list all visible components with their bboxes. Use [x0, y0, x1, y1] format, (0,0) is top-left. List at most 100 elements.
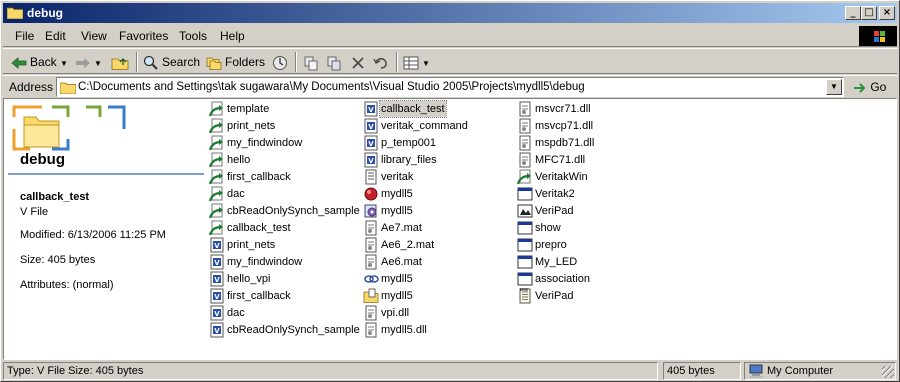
- file-name: first_callback: [227, 290, 291, 302]
- file-name: callback_test: [379, 100, 447, 118]
- gear-file-icon: [364, 204, 377, 218]
- close-button[interactable]: ×: [879, 6, 895, 20]
- file-name: VeriPad: [535, 205, 574, 217]
- window-icon: [517, 221, 533, 235]
- folders-button[interactable]: Folders: [206, 53, 265, 71]
- resize-grip[interactable]: [882, 366, 894, 378]
- status-size: 405 bytes: [663, 362, 741, 380]
- status-bar: Type: V File Size: 405 bytes 405 bytes M…: [3, 361, 897, 381]
- file-name: dac: [227, 188, 245, 200]
- menu-view[interactable]: View: [81, 29, 107, 43]
- address-path: C:\Documents and Settings\tak sugawara\M…: [78, 81, 585, 93]
- menu-bar: File Edit View Favorites Tools Help: [3, 25, 897, 47]
- file-name: mydll5.dll: [381, 324, 427, 336]
- search-button[interactable]: Search: [143, 53, 200, 71]
- address-dropdown-button[interactable]: ▼: [826, 79, 842, 95]
- folder-title: debug: [20, 151, 65, 168]
- menu-file[interactable]: File: [15, 29, 34, 43]
- dll-file-icon: [519, 101, 531, 117]
- shortcut-icon: [209, 203, 223, 219]
- shortcut-icon: [209, 169, 223, 185]
- dll-file-icon: [365, 305, 377, 321]
- file-name: print_nets: [227, 239, 276, 251]
- vfile-icon: V: [364, 118, 378, 134]
- shortcut-icon: [209, 118, 223, 134]
- shortcut-icon: [209, 186, 223, 202]
- file-name: prepro: [535, 239, 567, 251]
- details-pane: debug callback_test V File Modified: 6/1…: [4, 99, 204, 359]
- forward-button[interactable]: ▼: [75, 53, 102, 71]
- back-arrow-icon: [11, 56, 27, 69]
- file-name: Ae7.mat: [381, 222, 422, 234]
- file-name: hello_vpi: [227, 273, 271, 285]
- move-to-icon: [304, 56, 318, 71]
- vfile-icon: V: [210, 305, 224, 321]
- file-name: library_files: [381, 154, 437, 166]
- svg-text:V: V: [368, 140, 374, 148]
- up-folder-button[interactable]: [111, 53, 132, 71]
- copy-to-icon: [327, 56, 341, 71]
- history-button[interactable]: [272, 53, 291, 71]
- window-icon: [517, 255, 533, 269]
- delete-icon: [352, 57, 364, 69]
- chain-icon: [364, 275, 379, 283]
- views-button[interactable]: ▼: [403, 53, 430, 71]
- file-name: mydll5: [381, 205, 413, 217]
- divider: [8, 173, 204, 175]
- address-bar: Address C:\Documents and Settings\tak su…: [3, 75, 897, 97]
- text-icon: [365, 169, 377, 185]
- maximize-button[interactable]: □: [861, 6, 877, 20]
- file-name: p_temp001: [381, 137, 437, 149]
- address-input[interactable]: C:\Documents and Settings\tak sugawara\M…: [56, 77, 844, 97]
- gallery-icon: [517, 204, 533, 218]
- shortcut-icon: [209, 220, 223, 236]
- dll-file-icon: [365, 237, 377, 253]
- shortcut-icon: [517, 169, 531, 185]
- folder-banner-icon: [12, 105, 126, 151]
- go-button[interactable]: Go: [853, 80, 886, 94]
- menu-favorites[interactable]: Favorites: [119, 29, 168, 43]
- minimize-button[interactable]: _: [845, 6, 861, 20]
- svg-text:V: V: [214, 293, 220, 301]
- status-zone: My Computer: [744, 362, 896, 380]
- selected-file-attributes: Attributes: (normal): [20, 279, 114, 291]
- file-name: Ae6_2.mat: [381, 239, 435, 251]
- dll-file-icon: [365, 220, 377, 236]
- undo-button[interactable]: [373, 53, 392, 71]
- vfile-icon: V: [210, 288, 224, 304]
- dll-file-icon: [365, 322, 377, 338]
- back-button[interactable]: Back ▼: [11, 53, 68, 71]
- notepad-icon: [519, 288, 531, 304]
- file-name: cbReadOnlySynch_sample: [227, 324, 360, 336]
- file-name: VeritakWin: [535, 171, 588, 183]
- svg-text:V: V: [214, 259, 220, 267]
- title-bar[interactable]: debug _ □ ×: [3, 3, 897, 23]
- svg-text:V: V: [368, 123, 374, 131]
- status-zone-label: My Computer: [767, 365, 834, 377]
- folder-view[interactable]: debug callback_test V File Modified: 6/1…: [3, 98, 897, 360]
- vfile-icon: V: [210, 322, 224, 338]
- dll-file-icon: [519, 135, 531, 151]
- file-name: vpi.dll: [381, 307, 410, 319]
- go-label: Go: [870, 80, 887, 94]
- file-name: mydll5: [381, 290, 413, 302]
- move-to-button[interactable]: [303, 53, 322, 71]
- file-name: first_callback: [227, 171, 291, 183]
- svg-text:V: V: [214, 310, 220, 318]
- file-name: my_findwindow: [227, 137, 303, 149]
- search-label: Search: [162, 55, 201, 69]
- menu-tools[interactable]: Tools: [179, 29, 207, 43]
- copy-to-button[interactable]: [326, 53, 345, 71]
- menu-help[interactable]: Help: [220, 29, 245, 43]
- selected-file-size: Size: 405 bytes: [20, 254, 96, 266]
- selected-file-modified: Modified: 6/13/2006 11:25 PM: [20, 229, 166, 241]
- folder-icon: [7, 7, 23, 19]
- address-label: Address: [9, 80, 54, 94]
- forward-arrow-icon: [76, 57, 90, 68]
- file-name: msvcp71.dll: [535, 120, 594, 132]
- red-ball-icon: [364, 187, 378, 201]
- selected-file-type: V File: [20, 206, 49, 218]
- delete-button[interactable]: [351, 53, 368, 71]
- menu-edit[interactable]: Edit: [45, 29, 66, 43]
- file-name: cbReadOnlySynch_sample: [227, 205, 360, 217]
